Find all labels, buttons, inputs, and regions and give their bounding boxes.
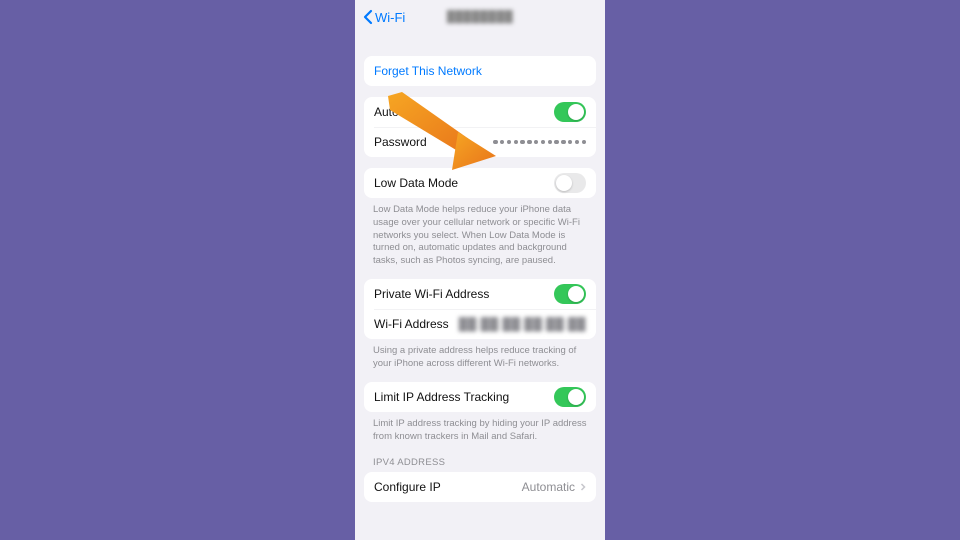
back-button[interactable]: Wi-Fi (363, 9, 405, 25)
forget-group: Forget This Network (364, 56, 596, 86)
limit-tracking-row: Limit IP Address Tracking (364, 382, 596, 412)
auto-join-toggle[interactable] (554, 102, 586, 122)
connection-group: Auto-Join Password (364, 97, 596, 157)
back-label: Wi-Fi (375, 10, 405, 25)
low-data-footer: Low Data Mode helps reduce your iPhone d… (373, 204, 587, 268)
password-value (493, 140, 586, 145)
forget-network-button[interactable]: Forget This Network (364, 56, 596, 86)
configure-ip-label: Configure IP (374, 480, 522, 494)
low-data-row: Low Data Mode (364, 168, 596, 198)
limit-tracking-footer: Limit IP address tracking by hiding your… (373, 418, 587, 444)
limit-tracking-toggle[interactable] (554, 387, 586, 407)
limit-tracking-label: Limit IP Address Tracking (374, 390, 554, 404)
private-address-row: Private Wi-Fi Address (364, 279, 596, 309)
password-label: Password (374, 135, 493, 149)
chevron-right-icon (580, 482, 586, 492)
wifi-address-row: Wi-Fi Address ██:██:██:██:██:██ (364, 309, 596, 339)
private-address-label: Private Wi-Fi Address (374, 287, 554, 301)
phone-screen: Wi-Fi ████████ Forget This Network Auto-… (355, 0, 605, 540)
nav-bar: Wi-Fi ████████ (355, 0, 605, 34)
ipv4-header: IPV4 ADDRESS (373, 457, 587, 468)
private-address-footer: Using a private address helps reduce tra… (373, 345, 587, 371)
password-row[interactable]: Password (364, 127, 596, 157)
configure-ip-row[interactable]: Configure IP Automatic (364, 472, 596, 502)
page-title: ████████ (447, 11, 513, 23)
low-data-group: Low Data Mode (364, 168, 596, 198)
forget-label: Forget This Network (374, 64, 482, 78)
wifi-address-value: ██:██:██:██:██:██ (459, 317, 586, 331)
configure-ip-value: Automatic (522, 480, 575, 494)
limit-tracking-group: Limit IP Address Tracking (364, 382, 596, 412)
auto-join-label: Auto-Join (374, 105, 554, 119)
wifi-address-label: Wi-Fi Address (374, 317, 459, 331)
low-data-toggle[interactable] (554, 173, 586, 193)
chevron-left-icon (363, 9, 373, 25)
private-address-toggle[interactable] (554, 284, 586, 304)
auto-join-row: Auto-Join (364, 97, 596, 127)
ipv4-group: Configure IP Automatic (364, 472, 596, 502)
private-address-group: Private Wi-Fi Address Wi-Fi Address ██:█… (364, 279, 596, 339)
low-data-label: Low Data Mode (374, 176, 554, 190)
